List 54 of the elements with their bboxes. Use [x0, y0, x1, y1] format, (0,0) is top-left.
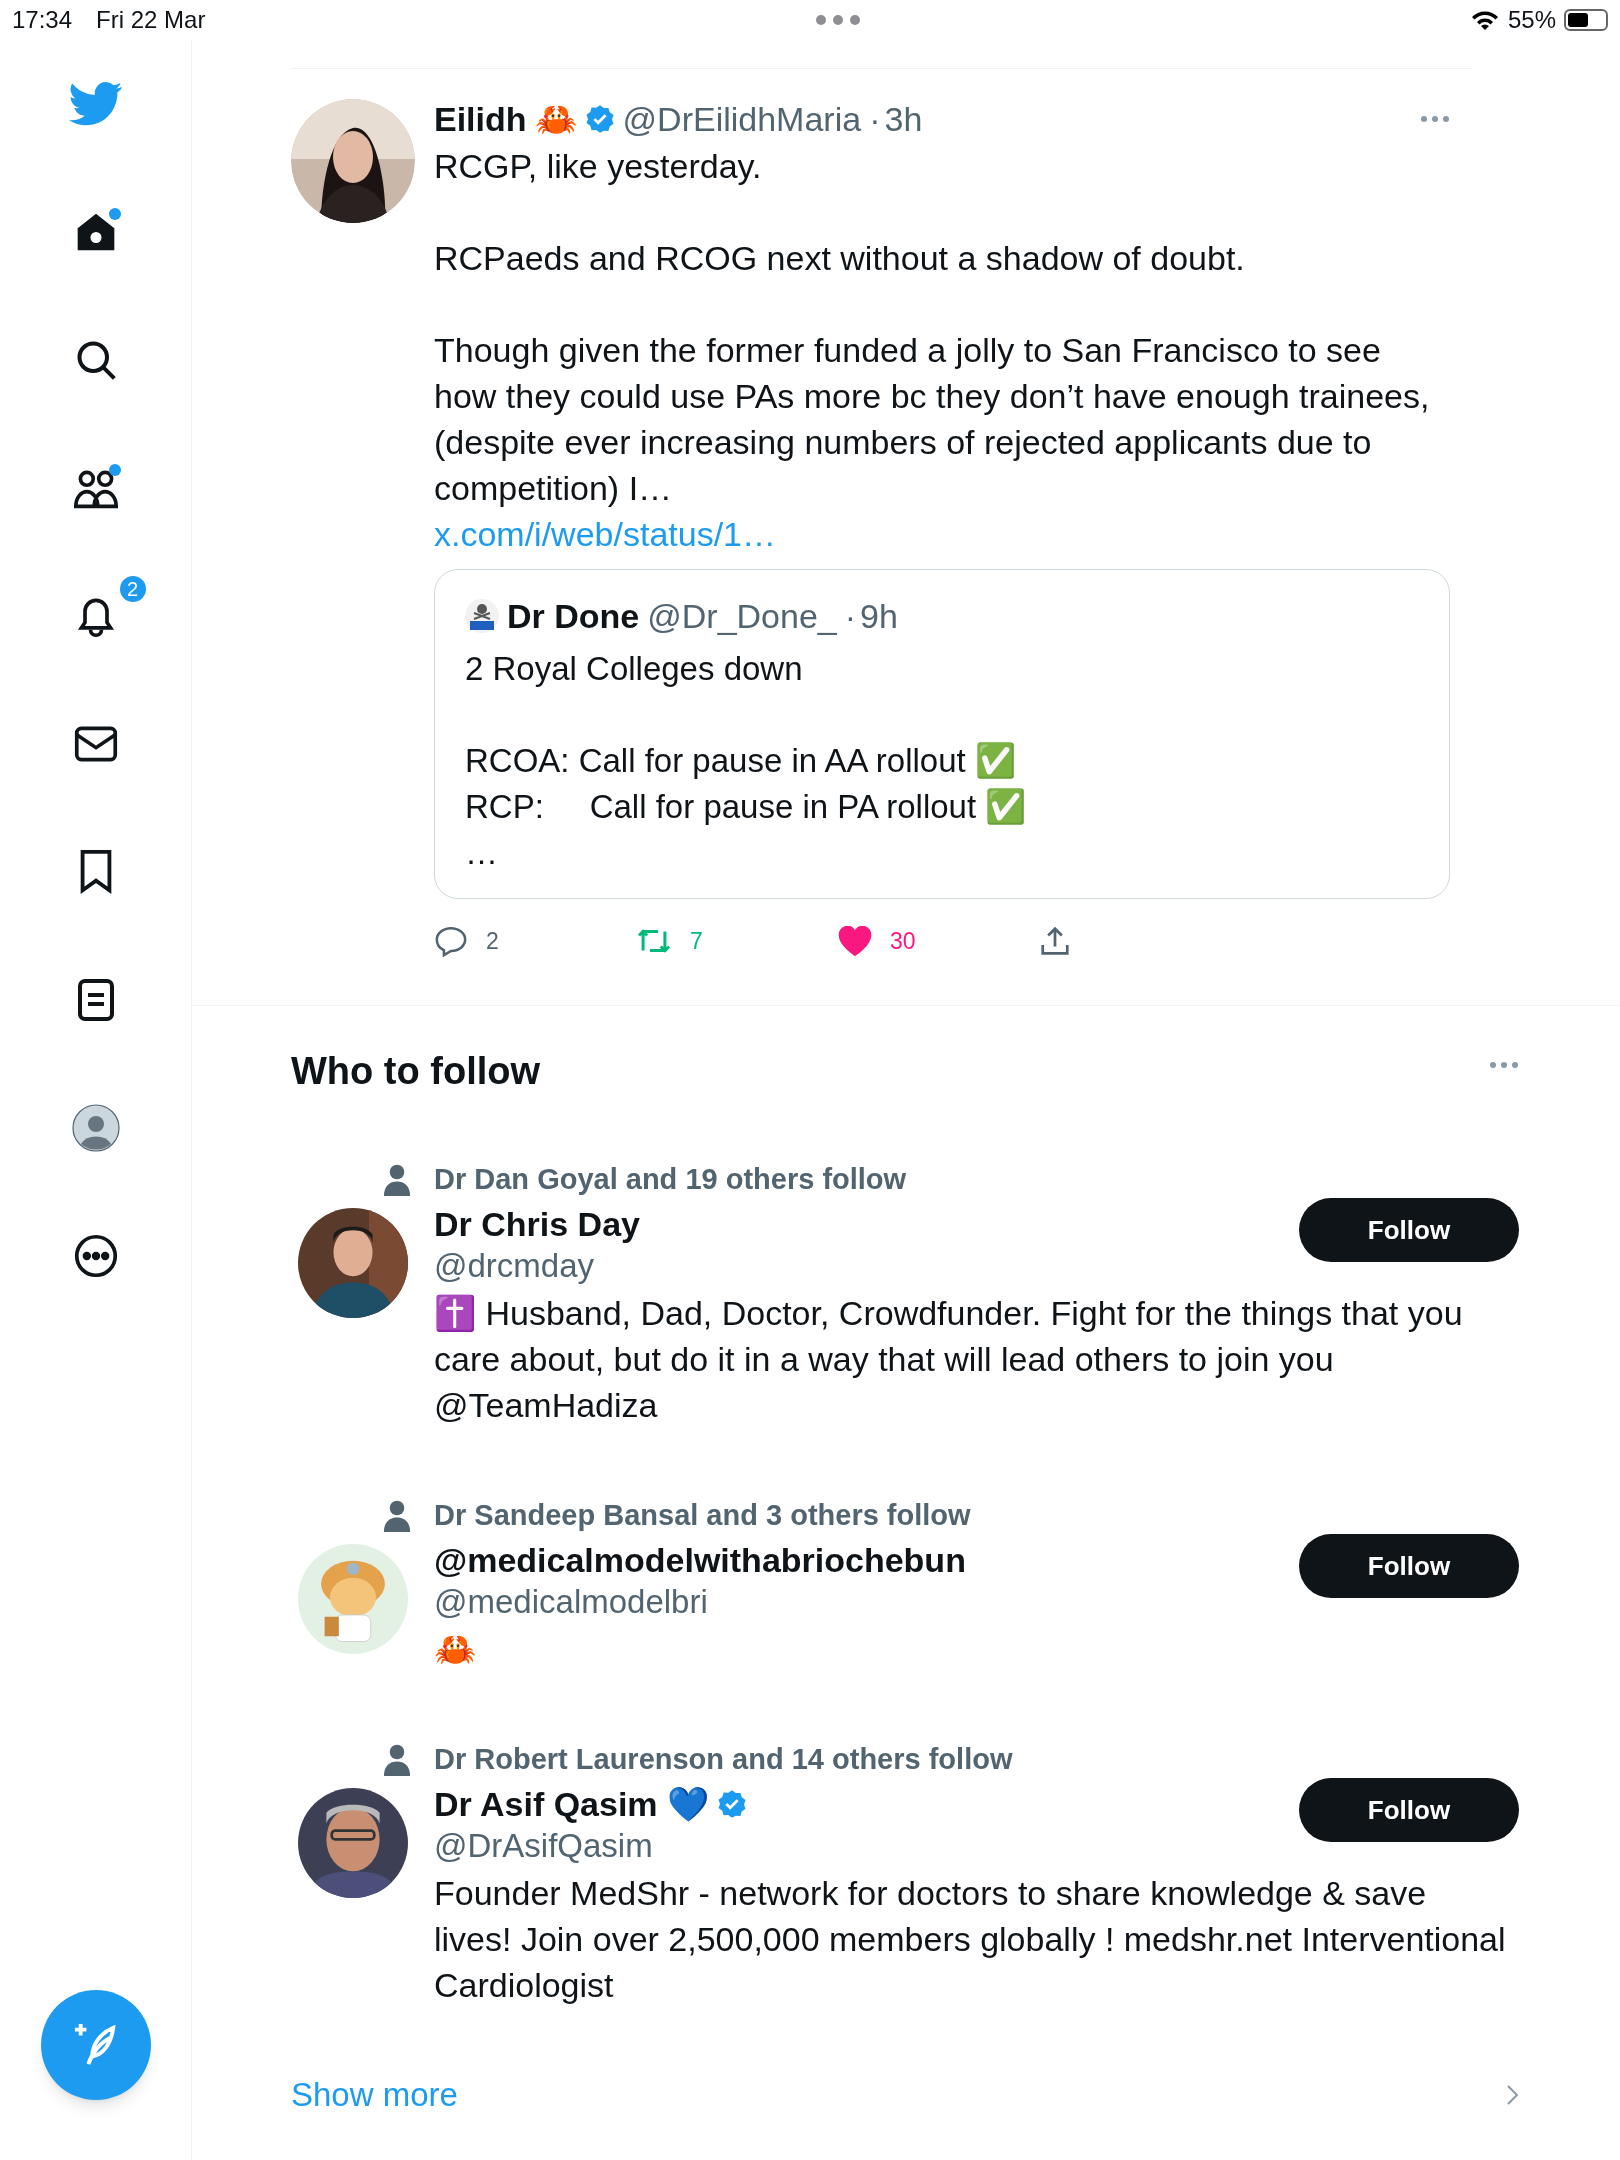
more-icon[interactable]	[73, 1234, 118, 1278]
separator-dot: ·	[844, 596, 857, 636]
account-handle[interactable]: @drcmday	[434, 1246, 595, 1286]
notification-badge: 2	[117, 574, 148, 604]
account-handle[interactable]: @DrAsifQasim	[434, 1826, 653, 1866]
battery-percentage: 55%	[1507, 5, 1556, 35]
list-icon[interactable]	[76, 978, 115, 1022]
quoted-tweet-card[interactable]: Dr Done @Dr_Done_ ·9h 2 Royal Colleges down RCOA: Call for pause in AA rollout ✅ RCP: Call for pause in PA rollout ✅ …	[434, 569, 1450, 899]
more-options-icon[interactable]	[1420, 115, 1450, 123]
retweet-count: 7	[690, 926, 703, 956]
quoted-author-handle[interactable]: @Dr_Done_	[647, 596, 837, 636]
status-time: 17:34	[12, 5, 73, 35]
quoted-author-name[interactable]: Dr Done	[507, 596, 640, 636]
person-icon	[382, 1744, 412, 1776]
like-count: 30	[890, 926, 916, 956]
followed-by-text: Dr Dan Goyal and 19 others follow	[434, 1162, 907, 1198]
quoted-tweet-text: RCOA: Call for pause in AA rollout ✅ RCP: Call for pause in PA rollout ✅ …	[465, 741, 1028, 873]
battery-icon	[1564, 9, 1608, 31]
account-bio: 🦀	[434, 1629, 477, 1670]
follow-button[interactable]: Follow	[1299, 1198, 1519, 1262]
tweet-text: RCGP, like yesterday.	[434, 146, 763, 187]
account-bio: ✝ Husband, Dad, Doctor, Crowdfunder. Fight for the things that you care about, but do it in a way that will lead others to join you @TeamHadiza	[434, 1293, 1464, 1426]
account-name[interactable]: @medicalmodelwithabriochebun	[434, 1538, 966, 1582]
chevron-right-icon[interactable]	[1505, 2082, 1519, 2107]
account-name[interactable]: Dr Chris Day	[434, 1202, 640, 1246]
multitasking-dots-icon[interactable]	[815, 15, 860, 25]
quoted-tweet-time[interactable]: 9h	[860, 596, 898, 636]
account-name[interactable]: Dr Asif Qasim 💙	[434, 1782, 710, 1826]
reply-count: 2	[486, 926, 499, 956]
quoted-tweet-text: 2 Royal Colleges down	[465, 649, 804, 689]
share-icon[interactable]	[1040, 926, 1070, 956]
person-icon	[382, 1164, 412, 1196]
account-handle[interactable]: @medicalmodelbri	[434, 1582, 708, 1622]
mail-icon[interactable]	[73, 724, 118, 764]
tweet-time[interactable]: 3h	[884, 99, 923, 139]
more-options-icon[interactable]	[1489, 1061, 1519, 1069]
follow-button[interactable]: Follow	[1299, 1534, 1519, 1598]
author-handle[interactable]: @DrEilidhMaria	[622, 99, 862, 139]
author-emoji: 🦀	[534, 99, 577, 139]
tweet-text: RCPaeds and RCOG next without a shadow of doubt.	[434, 238, 1246, 279]
separator-dot: ·	[869, 99, 881, 139]
reply-icon[interactable]	[434, 925, 468, 957]
followed-by-text: Dr Robert Laurenson and 14 others follow	[434, 1742, 1013, 1778]
person-icon	[382, 1500, 412, 1532]
account-bio: Founder MedShr - network for doctors to share knowledge & save lives! Join over 2,500,000 members globally ! medshr.net Interventional Cardiologist	[434, 1873, 1507, 2006]
profile-avatar-icon[interactable]	[71, 1104, 120, 1152]
followed-by-text: Dr Sandeep Bansal and 3 others follow	[434, 1498, 971, 1534]
heart-icon[interactable]	[838, 926, 872, 956]
bird-logo-icon[interactable]	[68, 81, 123, 127]
section-title: Who to follow	[291, 1049, 541, 1094]
status-date: Fri 22 Mar	[96, 5, 206, 35]
author-name[interactable]: Eilidh	[434, 99, 527, 139]
follow-button[interactable]: Follow	[1299, 1778, 1519, 1842]
tweet-text: Though given the former funded a jolly to San Francisco to see how they could use PAs more bc they don’t have enough trainees, (despite ever increasing numbers of rejected applicants due to competition) I…	[434, 330, 1431, 509]
